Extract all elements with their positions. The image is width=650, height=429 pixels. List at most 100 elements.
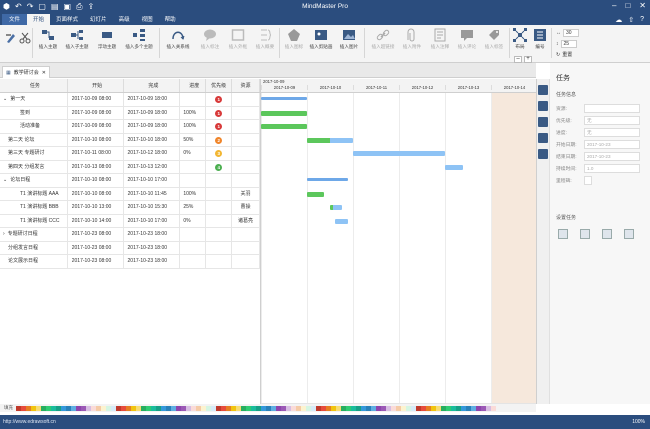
progress-cell[interactable]: 50% [180, 133, 207, 146]
insert-multiple-topics-button[interactable]: 插入多个主题 [121, 28, 157, 50]
table-row[interactable]: 签到 2017-10-09 08:00 2017-10-09 18:00 100% 1 [0, 106, 260, 120]
task-cell[interactable]: ⌄ 第一天 [0, 93, 68, 106]
start-cell[interactable]: 2017-10-10 08:00 [68, 174, 124, 187]
resource-cell[interactable]: 诸葛亮 [232, 214, 260, 227]
task-field-input[interactable]: 2017-10-23 [584, 151, 640, 161]
insert-hyperlink-button[interactable]: 插入超链接 [368, 28, 398, 50]
expand-toggle-icon[interactable]: › [3, 231, 5, 237]
share-icon[interactable]: ⇧ [628, 16, 634, 24]
priority-cell[interactable] [206, 187, 233, 200]
task-field-input[interactable] [584, 103, 640, 113]
priority-cell[interactable] [206, 255, 233, 268]
task-cell[interactable]: T1 演讲标题 AAA [0, 187, 68, 200]
color-swatch[interactable] [491, 405, 496, 411]
resource-cell[interactable] [232, 241, 260, 254]
task-cell[interactable]: 活动准备 [0, 120, 68, 133]
progress-cell[interactable]: 0% [180, 214, 207, 227]
end-cell[interactable]: 2017-10-09 18:00 [124, 93, 181, 106]
resource-cell[interactable] [232, 120, 260, 133]
end-cell[interactable]: 2017-10-23 18:00 [124, 228, 181, 241]
col-header-task[interactable]: 任务 [0, 79, 68, 92]
task-cell[interactable]: 分组发言日程 [0, 241, 68, 254]
table-row[interactable]: 分组发言日程 2017-10-23 08:00 2017-10-23 18:00 [0, 241, 260, 255]
progress-cell[interactable] [180, 160, 207, 173]
task-field-input[interactable]: 无 [584, 127, 640, 137]
add-task-icon[interactable] [558, 229, 568, 239]
insert-note-button[interactable]: 插入注释 [427, 28, 453, 50]
website-link[interactable]: http://www.edrawsoft.cn [3, 419, 56, 425]
close-icon[interactable]: ✕ [639, 1, 646, 10]
expand-toggle-icon[interactable]: ⌄ [3, 96, 7, 102]
clipboard-button[interactable] [18, 31, 32, 47]
resource-cell[interactable] [232, 160, 260, 173]
task-cell[interactable]: ⌄ 论坛日程 [0, 174, 68, 187]
insert-topic-button[interactable]: 插入主题 [34, 28, 62, 50]
insert-relationship-button[interactable]: 插入关系线 [162, 28, 194, 50]
task-cell[interactable]: 第三天 专题研讨 [0, 147, 68, 160]
col-header-start[interactable]: 开始 [68, 79, 124, 92]
end-cell[interactable]: 2017-10-23 18:00 [124, 241, 181, 254]
outline-tab-icon[interactable] [538, 101, 548, 111]
delete-task-icon[interactable] [580, 229, 590, 239]
format-painter-button[interactable] [4, 31, 18, 47]
start-cell[interactable]: 2017-10-23 08:00 [68, 255, 124, 268]
menu-file[interactable]: 文件 [2, 14, 28, 25]
start-cell[interactable]: 2017-10-10 14:00 [68, 214, 124, 227]
cloud-icon[interactable]: ☁ [615, 16, 622, 24]
insert-comment-button[interactable]: 插入评论 [454, 28, 480, 50]
col-header-priority[interactable]: 优先级 [206, 79, 233, 92]
gantt-task-bar[interactable] [261, 124, 307, 129]
priority-cell[interactable]: 1 [206, 106, 233, 119]
table-row[interactable]: › 专题研讨日程 2017-10-23 08:00 2017-10-23 18:00 [0, 228, 260, 242]
task-cell[interactable]: › 专题研讨日程 [0, 228, 68, 241]
priority-cell[interactable] [206, 214, 233, 227]
task-field-input[interactable]: 1.0 [584, 163, 640, 173]
menu-slides[interactable]: 幻灯片 [84, 14, 113, 25]
gantt-zoom-out-button[interactable]: – [514, 56, 522, 63]
gantt-task-bar[interactable] [353, 151, 445, 156]
task-cell[interactable]: T1 演讲标题 CCC [0, 214, 68, 227]
resource-cell[interactable] [232, 228, 260, 241]
task-cell[interactable]: T1 演讲标题 BBB [0, 201, 68, 214]
end-cell[interactable]: 2017-10-10 11:45 [124, 187, 181, 200]
priority-cell[interactable]: 3 [206, 147, 233, 160]
indent-task-icon[interactable] [602, 229, 612, 239]
insert-clipart-button[interactable]: 插入剪贴画 [307, 28, 335, 50]
start-cell[interactable]: 2017-10-09 08:00 [68, 120, 124, 133]
start-cell[interactable]: 2017-10-10 08:00 [68, 133, 124, 146]
resource-cell[interactable] [232, 106, 260, 119]
table-row[interactable]: T1 演讲标题 BBB 2017-10-10 13:00 2017-10-10 15… [0, 201, 260, 215]
end-cell[interactable]: 2017-10-10 18:00 [124, 133, 181, 146]
resource-cell[interactable] [232, 133, 260, 146]
end-cell[interactable]: 2017-10-10 17:00 [124, 214, 181, 227]
priority-cell[interactable]: 1 [206, 93, 233, 106]
gantt-task-bar[interactable] [445, 164, 464, 170]
zoom-level[interactable]: 100% [632, 415, 645, 429]
task-cell[interactable]: 第四天 分组发言 [0, 160, 68, 173]
start-cell[interactable]: 2017-10-13 08:00 [68, 160, 124, 173]
task-field-input[interactable]: 2017-10-23 [584, 139, 640, 149]
col-header-progress[interactable]: 进度 [180, 79, 207, 92]
insert-tag-button[interactable]: 插入标签 [481, 28, 507, 50]
vertical-spacing-input[interactable]: 25 [560, 40, 577, 48]
tab-document[interactable]: ▦ 教学研讨会 ✕ [2, 66, 50, 78]
progress-cell[interactable] [180, 174, 207, 187]
priority-cell[interactable]: 2 [206, 133, 233, 146]
col-header-resource[interactable]: 资源 [232, 79, 260, 92]
insert-callout-button[interactable]: 插入标注 [196, 28, 224, 50]
gantt-task-bar[interactable] [334, 218, 349, 224]
table-row[interactable]: 第四天 分组发言 2017-10-13 08:00 2017-10-13 12:00… [0, 160, 260, 174]
resource-cell[interactable]: 关羽 [232, 187, 260, 200]
table-row[interactable]: 第三天 专题研讨 2017-10-11 08:00 2017-10-12 18:00… [0, 147, 260, 161]
progress-cell[interactable]: 25% [180, 201, 207, 214]
progress-cell[interactable]: 100% [180, 120, 207, 133]
task-field-input[interactable]: 无 [584, 115, 640, 125]
end-cell[interactable]: 2017-10-12 18:00 [124, 147, 181, 160]
maximize-icon[interactable]: □ [625, 1, 630, 10]
priority-cell[interactable] [206, 201, 233, 214]
start-cell[interactable]: 2017-10-11 08:00 [68, 147, 124, 160]
progress-cell[interactable] [180, 228, 207, 241]
table-row[interactable]: 论文展示日程 2017-10-23 08:00 2017-10-23 18:00 [0, 255, 260, 269]
reset-spacing-button[interactable]: ↻ 重置 [556, 51, 579, 59]
insert-subtopic-button[interactable]: 插入子主题 [62, 28, 92, 50]
